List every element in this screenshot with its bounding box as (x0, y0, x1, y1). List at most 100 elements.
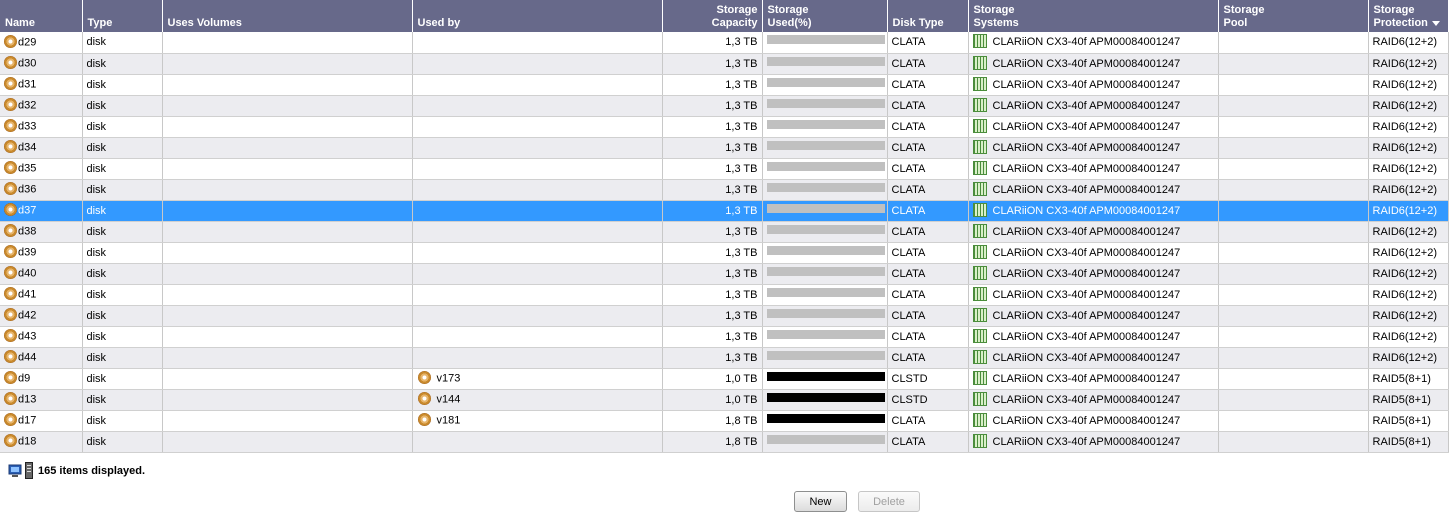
delete-button[interactable]: Delete (858, 491, 920, 512)
cell-storage-capacity: 1,3 TB (662, 200, 763, 222)
cell-disk-type: CLATA (887, 410, 969, 432)
cell-name[interactable]: d9 (0, 368, 83, 390)
cell-storage-pool (1218, 368, 1369, 390)
table-row[interactable]: d36 disk 1,3 TB CLATA CLARiiON CX3-40f APM00… (0, 179, 1449, 201)
column-header-storage-used[interactable]: Storage Used(%) (762, 0, 888, 32)
table-row[interactable]: d42 disk 1,3 TB CLATA CLARiiON CX3-40f APM00… (0, 305, 1449, 327)
cell-uses-volumes (162, 158, 413, 180)
table-row[interactable]: d40 disk 1,3 TB CLATA CLARiiON CX3-40f APM00… (0, 263, 1449, 285)
cell-disk-type: CLATA (887, 431, 969, 453)
cell-storage-capacity: 1,3 TB (662, 242, 763, 264)
table-row[interactable]: d44 disk 1,3 TB CLATA CLARiiON CX3-40f APM00… (0, 347, 1449, 369)
table-row[interactable]: d17 disk v181 1,8 TB CLATA CLARiiON CX3-40f A… (0, 410, 1449, 432)
table-row[interactable]: d31 disk 1,3 TB CLATA CLARiiON CX3-40f APM00… (0, 74, 1449, 96)
column-header-type[interactable]: Type (82, 0, 163, 32)
cell-name[interactable]: d41 (0, 284, 83, 306)
cell-name[interactable]: d37 (0, 200, 83, 222)
disk-icon (4, 371, 17, 384)
cell-disk-type: CLATA (887, 116, 969, 138)
table-row[interactable]: d13 disk v144 1,0 TB CLSTD CLARiiON CX3-40f A… (0, 389, 1449, 411)
table-row[interactable]: d41 disk 1,3 TB CLATA CLARiiON CX3-40f APM00… (0, 284, 1449, 306)
table-row[interactable]: d35 disk 1,3 TB CLATA CLARiiON CX3-40f APM00… (0, 158, 1449, 180)
cell-uses-volumes (162, 53, 413, 75)
column-header-storage-capacity[interactable]: Storage Capacity (662, 0, 763, 32)
table-row[interactable]: d43 disk 1,3 TB CLATA CLARiiON CX3-40f APM00… (0, 326, 1449, 348)
cell-uses-volumes (162, 263, 413, 285)
cell-disk-type: CLATA (887, 137, 969, 159)
cell-name[interactable]: d43 (0, 326, 83, 348)
cell-disk-type: CLATA (887, 179, 969, 201)
cell-storage-protection: RAID6(12+2) (1368, 32, 1449, 54)
cell-storage-capacity: 1,3 TB (662, 53, 763, 75)
cell-name[interactable]: d29 (0, 32, 83, 54)
cell-storage-system: CLARiiON CX3-40f APM00084001247 (968, 200, 1219, 222)
disk-icon (4, 413, 17, 426)
column-header-name[interactable]: Name (0, 0, 83, 32)
cell-used-by (412, 74, 663, 96)
cell-used-by (412, 431, 663, 453)
table-row[interactable]: d38 disk 1,3 TB CLATA CLARiiON CX3-40f APM00… (0, 221, 1449, 243)
table-row[interactable]: d33 disk 1,3 TB CLATA CLARiiON CX3-40f APM00… (0, 116, 1449, 138)
cell-name[interactable]: d31 (0, 74, 83, 96)
storage-array-icon (972, 244, 987, 259)
cell-name[interactable]: d40 (0, 263, 83, 285)
table-row[interactable]: d39 disk 1,3 TB CLATA CLARiiON CX3-40f APM00… (0, 242, 1449, 264)
cell-name[interactable]: d35 (0, 158, 83, 180)
table-row[interactable]: d9 disk v173 1,0 TB CLSTD CLARiiON CX3-40f AP… (0, 368, 1449, 390)
cell-disk-type: CLATA (887, 263, 969, 285)
cell-name[interactable]: d34 (0, 137, 83, 159)
cell-name[interactable]: d17 (0, 410, 83, 432)
cell-name[interactable]: d42 (0, 305, 83, 327)
cell-storage-system: CLARiiON CX3-40f APM00084001247 (968, 389, 1219, 411)
cell-storage-used (762, 32, 888, 54)
table-row[interactable]: d29 disk 1,3 TB CLATA CLARiiON CX3-40f APM00… (0, 32, 1449, 54)
cell-name[interactable]: d38 (0, 221, 83, 243)
cell-storage-system: CLARiiON CX3-40f APM00084001247 (968, 368, 1219, 390)
usage-bar (766, 98, 885, 108)
cell-storage-protection: RAID6(12+2) (1368, 53, 1449, 75)
storage-array-icon (972, 265, 987, 280)
table-row[interactable]: d37 disk 1,3 TB CLATA CLARiiON CX3-40f APM00… (0, 200, 1449, 222)
cell-name[interactable]: d18 (0, 431, 83, 453)
cell-used-by: v173 (412, 368, 663, 390)
table-row[interactable]: d32 disk 1,3 TB CLATA CLARiiON CX3-40f APM00… (0, 95, 1449, 117)
column-header-used-by[interactable]: Used by (412, 0, 663, 32)
cell-name[interactable]: d36 (0, 179, 83, 201)
table-row[interactable]: d30 disk 1,3 TB CLATA CLARiiON CX3-40f APM00… (0, 53, 1449, 75)
table-row[interactable]: d18 disk 1,8 TB CLATA CLARiiON CX3-40f APM00… (0, 431, 1449, 453)
disk-icon (4, 98, 17, 111)
cell-type: disk (82, 179, 163, 201)
cell-type: disk (82, 95, 163, 117)
column-header-uses-volumes[interactable]: Uses Volumes (162, 0, 413, 32)
cell-name[interactable]: d44 (0, 347, 83, 369)
new-button[interactable]: New (794, 491, 847, 512)
cell-storage-pool (1218, 347, 1369, 369)
column-header-storage-systems[interactable]: Storage Systems (968, 0, 1219, 32)
cell-storage-system: CLARiiON CX3-40f APM00084001247 (968, 242, 1219, 264)
cell-storage-capacity: 1,0 TB (662, 389, 763, 411)
table-header-row: Name Type Uses Volumes Used by Storage Ca… (0, 0, 1449, 32)
cell-type: disk (82, 326, 163, 348)
storage-array-icon (972, 160, 987, 175)
cell-type: disk (82, 305, 163, 327)
cell-name[interactable]: d30 (0, 53, 83, 75)
disk-icon (4, 392, 17, 405)
cell-storage-protection: RAID6(12+2) (1368, 263, 1449, 285)
cell-type: disk (82, 74, 163, 96)
cell-storage-pool (1218, 116, 1369, 138)
cell-name[interactable]: d33 (0, 116, 83, 138)
cell-uses-volumes (162, 368, 413, 390)
cell-storage-protection: RAID5(8+1) (1368, 410, 1449, 432)
cell-used-by (412, 347, 663, 369)
cell-name[interactable]: d13 (0, 389, 83, 411)
column-header-storage-pool[interactable]: Storage Pool (1218, 0, 1369, 32)
column-header-disk-type[interactable]: Disk Type (887, 0, 969, 32)
cell-type: disk (82, 389, 163, 411)
column-header-storage-protection[interactable]: Storage Protection (1368, 0, 1449, 32)
cell-name[interactable]: d32 (0, 95, 83, 117)
storage-array-icon (972, 223, 987, 238)
table-row[interactable]: d34 disk 1,3 TB CLATA CLARiiON CX3-40f APM00… (0, 137, 1449, 159)
cell-name[interactable]: d39 (0, 242, 83, 264)
cell-used-by (412, 221, 663, 243)
cell-disk-type: CLSTD (887, 368, 969, 390)
